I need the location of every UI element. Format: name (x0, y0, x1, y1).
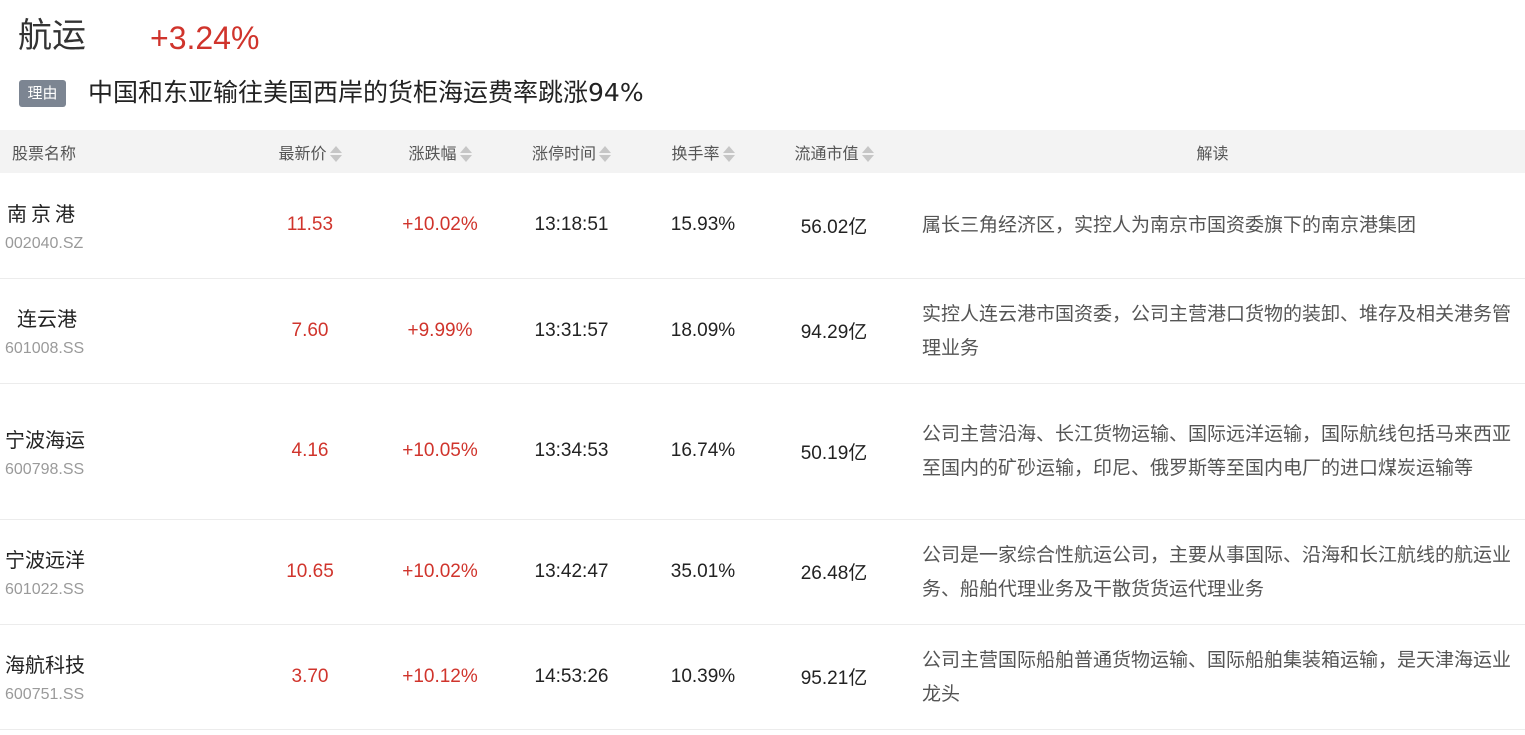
limit-time: 13:34:53 (534, 440, 609, 461)
turnover: 18.09% (670, 319, 736, 341)
change-pct: +10.12% (402, 665, 478, 687)
sort-arrows-icon[interactable] (459, 145, 472, 163)
interpretation: 公司主营沿海、长江货物运输、国际远洋运输，国际航线包括马来西亚至国内的矿砂运输，… (922, 423, 1512, 479)
stock-code: 601008.SS (5, 340, 85, 357)
latest-price: 7.60 (291, 319, 329, 341)
interpretation: 属长三角经济区，实控人为南京市国资委旗下的南京港集团 (922, 214, 1417, 237)
turnover: 10.39% (670, 665, 736, 687)
sort-arrows-icon[interactable] (861, 145, 874, 163)
table-row[interactable]: 连云港 601008.SS 7.60 +9.99% 13:31:57 18.09… (0, 278, 1525, 383)
header-turnover[interactable]: 换手率 (638, 130, 768, 173)
float-cap: 56.02亿 (800, 216, 868, 238)
sector-change: +3.24% (150, 20, 260, 56)
header-limit-time[interactable]: 涨停时间 (505, 130, 638, 173)
table-row[interactable]: 宁波海运 600798.SS 4.16 +10.05% 13:34:53 16.… (0, 383, 1525, 519)
limit-time: 13:31:57 (534, 319, 609, 341)
sort-arrows-icon[interactable] (722, 145, 735, 163)
stock-name-cell[interactable]: 海航科技 600751.SS (0, 624, 245, 729)
float-cap: 50.19亿 (800, 442, 868, 464)
latest-price: 4.16 (291, 440, 329, 461)
header-stock-name: 股票名称 (12, 143, 77, 163)
header-change-pct[interactable]: 涨跌幅 (375, 130, 505, 173)
latest-price: 10.65 (286, 560, 334, 582)
table-header-row: 股票名称 最新价 涨跌幅 涨停时间 换手率 流通市值 解读 (0, 130, 1525, 173)
change-pct: +10.02% (402, 560, 478, 582)
turnover: 35.01% (670, 560, 736, 582)
stock-name-cell[interactable]: 南京港 002040.SZ (0, 173, 245, 278)
limit-time: 13:18:51 (534, 214, 609, 236)
change-pct: +10.05% (402, 440, 478, 461)
turnover: 15.93% (670, 214, 736, 236)
float-cap: 95.21亿 (800, 668, 868, 689)
header-float-cap[interactable]: 流通市值 (768, 130, 900, 173)
limit-time: 14:53:26 (534, 665, 609, 687)
latest-price: 11.53 (286, 214, 334, 236)
stock-code: 002040.SZ (5, 234, 84, 252)
stock-name[interactable]: 南京港 (5, 198, 245, 227)
change-pct: +9.99% (407, 319, 473, 341)
table-row[interactable]: 海航科技 600751.SS 3.70 +10.12% 14:53:26 10.… (0, 624, 1525, 729)
stock-code: 601022.SS (5, 581, 85, 598)
sort-arrows-icon[interactable] (599, 145, 611, 163)
stock-name-cell[interactable]: 宁波海运 600798.SS (0, 383, 245, 519)
sector-header: 航运 +3.24% 理由 中国和东亚输往美国西岸的货柜海运费率跳涨94% (0, 0, 1525, 130)
limit-time: 13:42:47 (534, 560, 609, 582)
header-interpretation: 解读 (1196, 143, 1229, 163)
stock-name-cell[interactable]: 连云港 601008.SS (0, 278, 245, 383)
header-latest-price[interactable]: 最新价 (245, 130, 375, 173)
stock-name[interactable]: 宁波海运 (5, 424, 245, 453)
float-cap: 94.29亿 (800, 322, 868, 343)
float-cap: 26.48亿 (800, 563, 868, 584)
table-row[interactable]: 宁波远洋 601022.SS 10.65 +10.02% 13:42:47 35… (0, 519, 1525, 624)
interpretation: 公司是一家综合性航运公司，主要从事国际、沿海和长江航线的航运业务、船舶代理业务及… (922, 543, 1512, 600)
latest-price: 3.70 (291, 665, 329, 687)
stock-name[interactable]: 宁波远洋 (5, 544, 245, 573)
stock-name[interactable]: 连云港 (5, 303, 245, 332)
stock-code: 600798.SS (5, 460, 85, 478)
reason-badge: 理由 (19, 80, 66, 107)
stock-table: 股票名称 最新价 涨跌幅 涨停时间 换手率 流通市值 解读 南京港 002040… (0, 130, 1525, 730)
stock-name[interactable]: 海航科技 (5, 649, 245, 678)
reason-text: 中国和东亚输往美国西岸的货柜海运费率跳涨94% (88, 78, 644, 107)
sector-name: 航运 (18, 16, 86, 56)
interpretation: 公司主营国际船舶普通货物运输、国际船舶集装箱运输，是天津海运业龙头 (922, 648, 1512, 705)
stock-name-cell[interactable]: 宁波远洋 601022.SS (0, 519, 245, 624)
table-row[interactable]: 南京港 002040.SZ 11.53 +10.02% 13:18:51 15.… (0, 173, 1525, 278)
stock-code: 600751.SS (5, 686, 85, 703)
turnover: 16.74% (670, 440, 736, 461)
change-pct: +10.02% (402, 214, 478, 236)
interpretation: 实控人连云港市国资委，公司主营港口货物的装卸、堆存及相关港务管理业务 (922, 302, 1512, 359)
sort-arrows-icon[interactable] (329, 145, 342, 163)
